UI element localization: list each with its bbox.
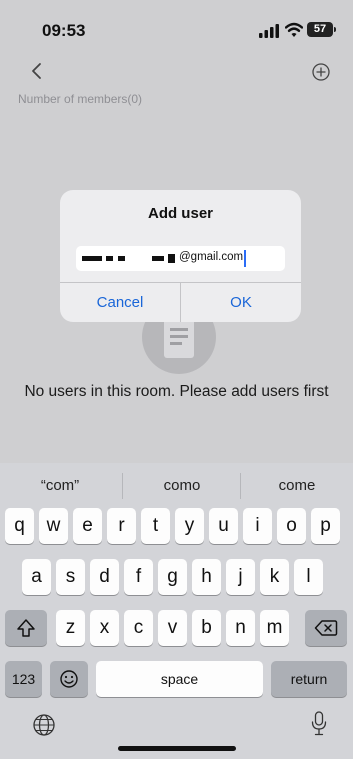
key-g[interactable]: g xyxy=(158,559,187,595)
suggestion-1[interactable]: “com” xyxy=(0,477,120,499)
text-caret xyxy=(244,250,246,267)
home-indicator[interactable] xyxy=(118,746,236,751)
status-bar: 09:53 57 xyxy=(0,0,353,58)
ok-button[interactable]: OK xyxy=(181,283,301,322)
cancel-button[interactable]: Cancel xyxy=(60,283,180,322)
redacted-text xyxy=(168,254,175,263)
key-y[interactable]: y xyxy=(175,508,204,544)
dialog-title: Add user xyxy=(147,205,213,222)
key-q[interactable]: q xyxy=(5,508,34,544)
key-w[interactable]: w xyxy=(39,508,68,544)
key-k[interactable]: k xyxy=(260,559,289,595)
delete-key[interactable] xyxy=(305,610,347,646)
redacted-text xyxy=(106,256,113,261)
redacted-text xyxy=(82,256,102,261)
key-i[interactable]: i xyxy=(243,508,272,544)
key-d[interactable]: d xyxy=(90,559,119,595)
key-j[interactable]: j xyxy=(226,559,255,595)
globe-icon[interactable] xyxy=(32,713,56,737)
battery-tip xyxy=(334,27,336,32)
key-r[interactable]: r xyxy=(107,508,136,544)
key-c[interactable]: c xyxy=(124,610,153,646)
email-input[interactable]: @gmail.com xyxy=(76,246,285,271)
key-x[interactable]: x xyxy=(90,610,119,646)
status-time: 09:53 xyxy=(42,21,86,40)
key-b[interactable]: b xyxy=(192,610,221,646)
space-key[interactable]: space xyxy=(96,661,263,697)
key-o[interactable]: o xyxy=(277,508,306,544)
suggestion-3[interactable]: come xyxy=(241,477,353,499)
key-h[interactable]: h xyxy=(192,559,221,595)
redacted-text xyxy=(118,256,125,261)
key-t[interactable]: t xyxy=(141,508,170,544)
key-v[interactable]: v xyxy=(158,610,187,646)
key-a[interactable]: a xyxy=(22,559,51,595)
empty-state-message: No users in this room. Please add users … xyxy=(24,383,329,400)
emoji-key[interactable] xyxy=(50,661,88,697)
wifi-icon xyxy=(285,22,303,37)
key-l[interactable]: l xyxy=(294,559,323,595)
key-n[interactable]: n xyxy=(226,610,255,646)
battery-icon: 57 xyxy=(307,22,333,37)
key-f[interactable]: f xyxy=(124,559,153,595)
key-z[interactable]: z xyxy=(56,610,85,646)
email-input-value: @gmail.com xyxy=(179,251,244,263)
key-e[interactable]: e xyxy=(73,508,102,544)
add-user-dialog: Add user @gmail.com Cancel OK xyxy=(60,190,301,322)
redacted-text xyxy=(152,256,164,261)
key-u[interactable]: u xyxy=(209,508,238,544)
signal-icon xyxy=(259,24,279,38)
return-key[interactable]: return xyxy=(271,661,347,697)
numbers-key[interactable]: 123 xyxy=(5,661,42,697)
add-circle-icon[interactable] xyxy=(311,62,331,82)
screen: 09:53 57 Number of members(0) No users i… xyxy=(0,0,353,759)
emoji-icon xyxy=(60,670,78,688)
suggestion-2[interactable]: como xyxy=(123,477,241,499)
shift-key[interactable] xyxy=(5,610,47,646)
shift-icon xyxy=(17,619,35,637)
key-m[interactable]: m xyxy=(260,610,289,646)
members-count: Number of members(0) xyxy=(18,92,143,106)
mic-icon[interactable] xyxy=(311,711,327,737)
delete-icon xyxy=(314,620,338,636)
key-p[interactable]: p xyxy=(311,508,340,544)
back-chevron-icon[interactable] xyxy=(28,58,44,84)
key-s[interactable]: s xyxy=(56,559,85,595)
